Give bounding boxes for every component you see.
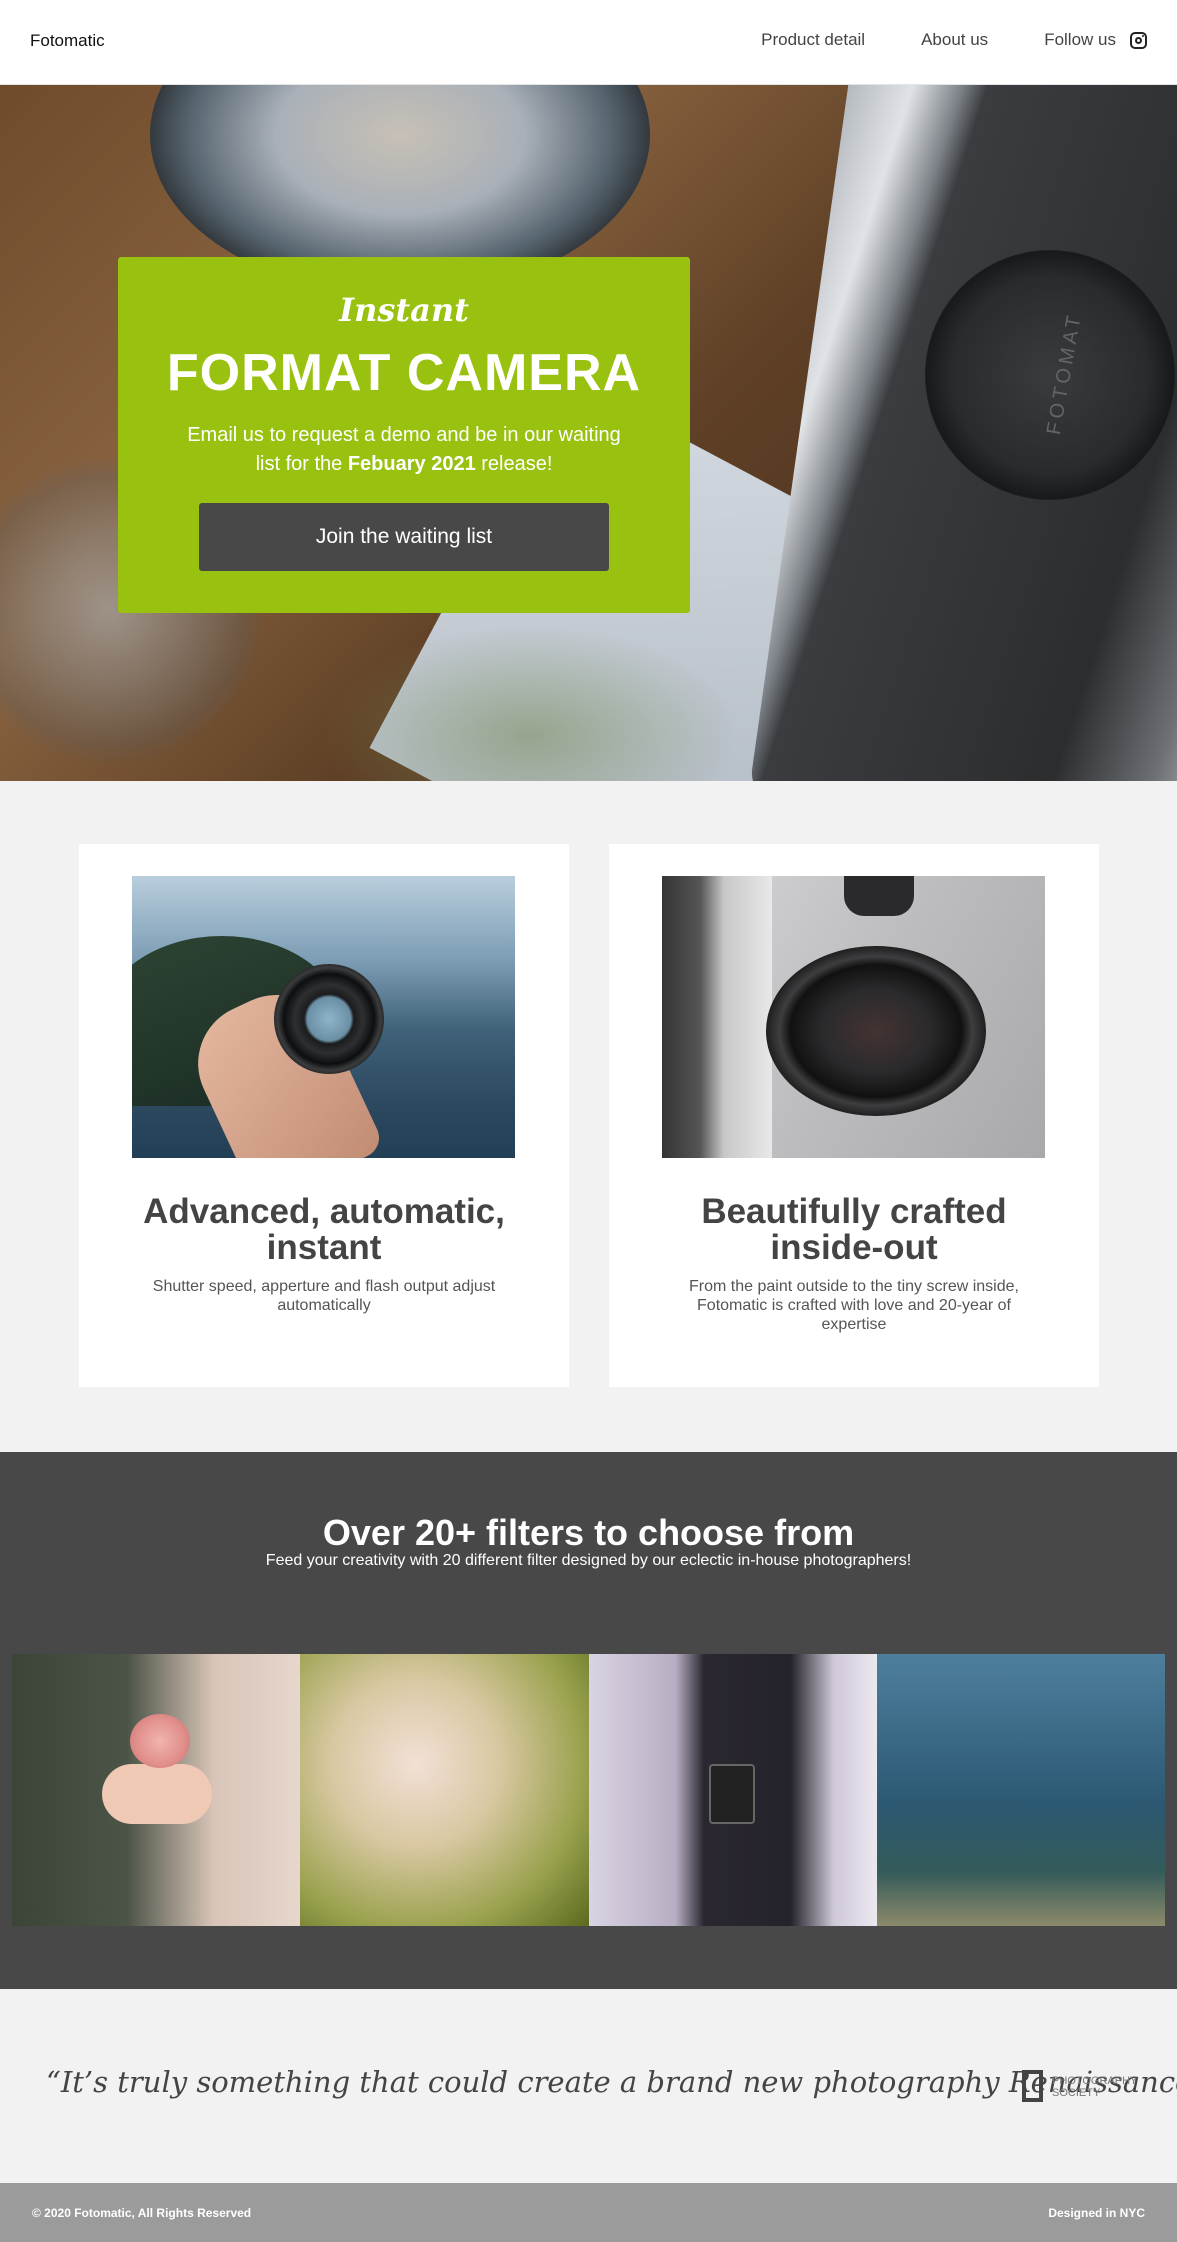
- nav-link-follow-us[interactable]: Follow us: [1044, 30, 1116, 50]
- hero-lens-cap: FOTOMAT: [925, 250, 1175, 500]
- image-lens-shape: [274, 964, 384, 1074]
- filters-section: Over 20+ filters to choose from Feed you…: [0, 1452, 1177, 1989]
- navbar: Fotomatic Product detail About us Follow…: [0, 0, 1177, 85]
- footer-designed-in: Designed in NYC: [1048, 2206, 1145, 2220]
- photography-society-logo-text: PHOTOGRAPHY SOCIETY: [1052, 2075, 1137, 2099]
- hero-text-date: Febuary 2021: [347, 453, 476, 475]
- hero-card: Instant FORMAT CAMERA Email us to reques…: [118, 257, 690, 613]
- photo-camera-shape: [708, 1764, 755, 1824]
- hero-script-title: Instant: [339, 291, 469, 329]
- photography-society-logo-icon: [1022, 2070, 1043, 2102]
- brand-logo[interactable]: Fotomatic: [30, 31, 105, 51]
- filters-subtitle: Feed your creativity with 20 different f…: [265, 1552, 912, 1569]
- instagram-icon[interactable]: [1130, 31, 1147, 49]
- footer: © 2020 Fotomatic, All Rights Reserved De…: [0, 2183, 1177, 2242]
- logo-line-2: SOCIETY: [1052, 2087, 1101, 2099]
- photo-hands-shape: [102, 1764, 212, 1824]
- lens-in-hand-image: [132, 876, 515, 1158]
- image-knob-shape: [844, 876, 914, 916]
- logo-line-1: PHOTOGRAPHY: [1052, 2075, 1138, 2087]
- feature-card-crafted: Beautifully crafted inside-out From the …: [609, 844, 1099, 1387]
- image-lens-shape: [766, 946, 986, 1116]
- image-camera-body-shape: [662, 876, 772, 1158]
- features-section: Advanced, automatic, instant Shutter spe…: [0, 781, 1177, 1452]
- gallery-photo-valley[interactable]: [876, 1654, 1165, 1926]
- nav-links: Product detail About us Follow us: [705, 30, 1147, 50]
- testimonial-quote: “It’s truly something that could create …: [46, 2065, 1177, 2099]
- feature-title: Beautifully crafted inside-out: [701, 1192, 1007, 1267]
- join-waiting-list-button[interactable]: Join the waiting list: [199, 503, 609, 571]
- gallery-photo-photographer[interactable]: [588, 1654, 877, 1926]
- testimonial-section: “It’s truly something that could create …: [0, 1989, 1177, 2183]
- photo-flower-shape: [130, 1714, 190, 1768]
- filter-gallery: [12, 1654, 1165, 1926]
- filters-title: Over 20+ filters to choose from: [322, 1512, 855, 1553]
- hero-section: FOTOMAT Instant FORMAT CAMERA Email us t…: [0, 85, 1177, 781]
- lens-cap-engraving: FOTOMAT: [1042, 310, 1087, 437]
- footer-copyright: © 2020 Fotomatic, All Rights Reserved: [32, 2206, 252, 2220]
- hero-text: Email us to request a demo and be in our…: [178, 421, 630, 479]
- feature-card-automatic: Advanced, automatic, instant Shutter spe…: [79, 844, 569, 1387]
- feature-title: Advanced, automatic, instant: [143, 1192, 505, 1267]
- hero-text-part2: release!: [475, 453, 553, 475]
- feature-text: Shutter speed, apperture and flash outpu…: [152, 1278, 496, 1314]
- gallery-photo-flower[interactable]: [12, 1654, 301, 1926]
- hero-title: FORMAT CAMERA: [166, 344, 642, 402]
- camera-closeup-image: [662, 876, 1045, 1158]
- nav-link-about-us[interactable]: About us: [921, 30, 988, 50]
- nav-link-product-detail[interactable]: Product detail: [761, 30, 865, 50]
- gallery-photo-blossoms[interactable]: [300, 1654, 589, 1926]
- feature-text: From the paint outside to the tiny screw…: [689, 1278, 1019, 1333]
